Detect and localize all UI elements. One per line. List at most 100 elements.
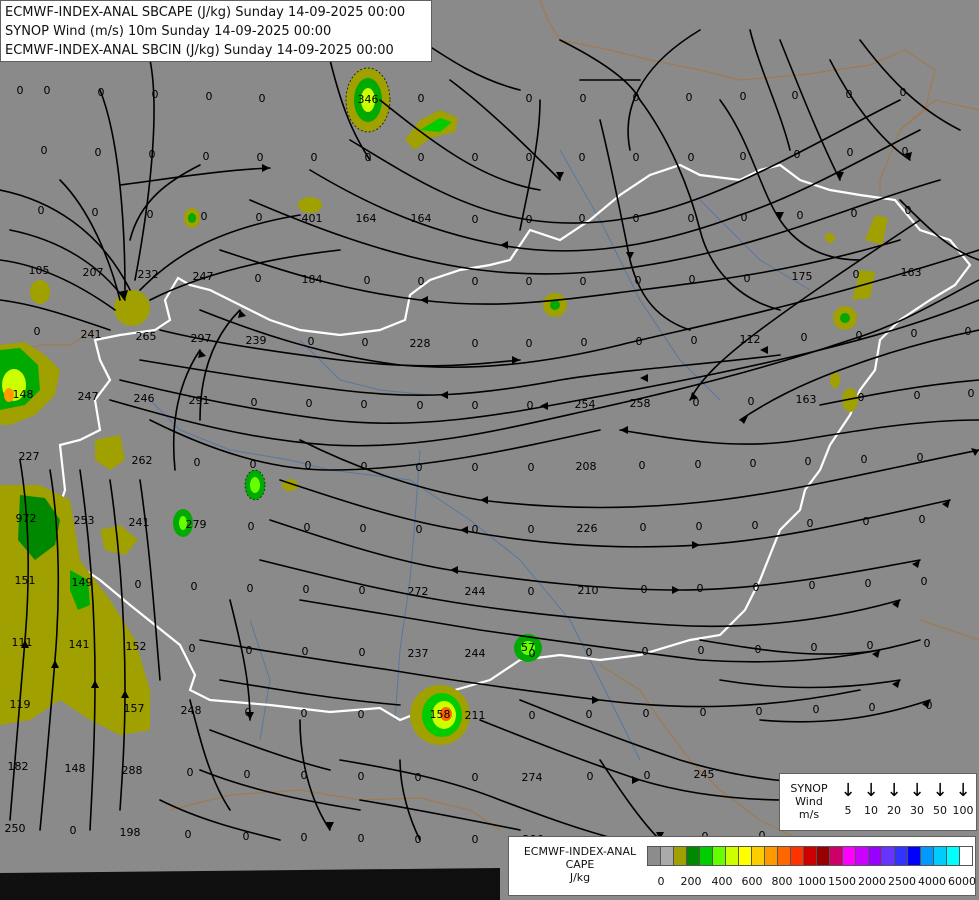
- map-value-label: 0: [472, 833, 479, 846]
- map-value-label: 0: [919, 513, 926, 526]
- map-value-label: 0: [308, 335, 315, 348]
- map-value-label: 254: [575, 398, 596, 411]
- map-value-label: 149: [72, 576, 93, 589]
- map-value-label: 0: [257, 151, 264, 164]
- map-value-label: 0: [580, 275, 587, 288]
- wind-legend-value: 100: [952, 804, 974, 817]
- map-value-label: 244: [465, 585, 486, 598]
- map-value-label: 291: [189, 394, 210, 407]
- map-value-label: 246: [134, 392, 155, 405]
- map-value-label: 0: [189, 642, 196, 655]
- map-value-label: 0: [965, 325, 972, 338]
- map-value-label: 244: [465, 647, 486, 660]
- map-value-label: 184: [302, 273, 323, 286]
- map-value-label: 262: [132, 454, 153, 467]
- cape-patch-label: 158: [430, 708, 451, 721]
- map-value-label: 0: [243, 830, 250, 843]
- map-value-label: 0: [914, 389, 921, 402]
- map-value-label: 208: [576, 460, 597, 473]
- map-value-label: 0: [900, 86, 907, 99]
- map-value-label: 0: [811, 641, 818, 654]
- map-value-label: 0: [744, 272, 751, 285]
- cape-legend-swatch: [933, 846, 947, 866]
- map-value-label: 0: [526, 151, 533, 164]
- map-value-label: 0: [580, 92, 587, 105]
- map-value-label: 247: [78, 390, 99, 403]
- wind-legend-title-1: SYNOP: [790, 782, 828, 795]
- map-value-label: 258: [630, 397, 651, 410]
- map-value-label: 0: [95, 146, 102, 159]
- map-value-label: 0: [686, 91, 693, 104]
- map-value-label: 0: [926, 699, 933, 712]
- map-value-label: 0: [147, 208, 154, 221]
- map-value-label: 0: [526, 92, 533, 105]
- map-value-label: 0: [185, 828, 192, 841]
- cape-legend-tick: 1500: [828, 875, 856, 888]
- cape-legend-tick: 800: [771, 875, 793, 888]
- map-value-label: 0: [579, 151, 586, 164]
- map-value-label: 0: [34, 325, 41, 338]
- map-value-label: 0: [527, 399, 534, 412]
- map-value-label: 0: [98, 86, 105, 99]
- map-value-label: 0: [700, 706, 707, 719]
- map-value-label: 0: [586, 708, 593, 721]
- wind-legend-unit: m/s: [798, 808, 820, 821]
- map-value-label: 241: [81, 328, 102, 341]
- wind-legend: SYNOP Wind m/s ↓ 5 ↓ 10 ↓ 20 ↓ 30 ↓ 50 ↓ 100: [779, 773, 977, 831]
- map-value-label: 182: [8, 760, 29, 773]
- map-value-label: 0: [301, 831, 308, 844]
- map-value-label: 0: [311, 151, 318, 164]
- map-value-label: 0: [968, 387, 975, 400]
- map-value-label: 226: [577, 522, 598, 535]
- wind-legend-value: 10: [864, 804, 878, 817]
- cape-legend-unit: J/kg: [569, 871, 591, 884]
- map-value-label: 0: [696, 520, 703, 533]
- wind-legend-title-2: Wind: [795, 795, 823, 808]
- map-value-label: 0: [740, 90, 747, 103]
- map-value-label: 0: [417, 399, 424, 412]
- cape-legend-tick: 4000: [918, 875, 946, 888]
- bottom-dark-area: [0, 868, 500, 900]
- cape-legend-tick: 0: [657, 875, 665, 888]
- cape-legend-swatch: [829, 846, 843, 866]
- map-value-label: 0: [640, 521, 647, 534]
- map-value-label: 227: [19, 450, 40, 463]
- cape-legend-swatch: [751, 846, 765, 866]
- map-value-label: 0: [361, 460, 368, 473]
- map-value-label: 0: [807, 517, 814, 530]
- map-value-label: 0: [755, 643, 762, 656]
- map-value-label: 0: [70, 824, 77, 837]
- map-value-label: 0: [748, 395, 755, 408]
- cape-patch-label: 346: [358, 93, 379, 106]
- map-value-label: 210: [578, 584, 599, 597]
- map-value-label: 0: [358, 832, 365, 845]
- map-value-label: 0: [861, 453, 868, 466]
- map-value-label: 0: [801, 331, 808, 344]
- map-value-label: 0: [813, 703, 820, 716]
- map-value-label: 0: [135, 578, 142, 591]
- map-value-label: 0: [44, 84, 51, 97]
- wind-legend-value: 30: [910, 804, 924, 817]
- map-value-label: 198: [120, 826, 141, 839]
- map-value-label: 0: [528, 585, 535, 598]
- map-value-label: 0: [853, 268, 860, 281]
- map-value-label: 0: [251, 396, 258, 409]
- map-value-label: 164: [411, 212, 432, 225]
- map-value-label: 207: [83, 266, 104, 279]
- map-value-label: 0: [17, 84, 24, 97]
- map-value-label: 141: [69, 638, 90, 651]
- cape-legend-swatch: [842, 846, 856, 866]
- map-value-label: 211: [465, 709, 486, 722]
- cape-legend-swatch: [738, 846, 752, 866]
- map-value-label: 247: [193, 270, 214, 283]
- map-value-label: 0: [472, 461, 479, 474]
- wind-legend-item: ↓ 5: [836, 778, 860, 828]
- map-value-label: 0: [203, 150, 210, 163]
- map-value-label: 0: [256, 211, 263, 224]
- map-value-label: 0: [41, 144, 48, 157]
- wind-legend-item: ↓ 100: [951, 778, 975, 828]
- map-value-label: 0: [415, 771, 422, 784]
- map-value-label: 0: [418, 275, 425, 288]
- map-value-label: 0: [526, 337, 533, 350]
- map-value-label: 0: [206, 90, 213, 103]
